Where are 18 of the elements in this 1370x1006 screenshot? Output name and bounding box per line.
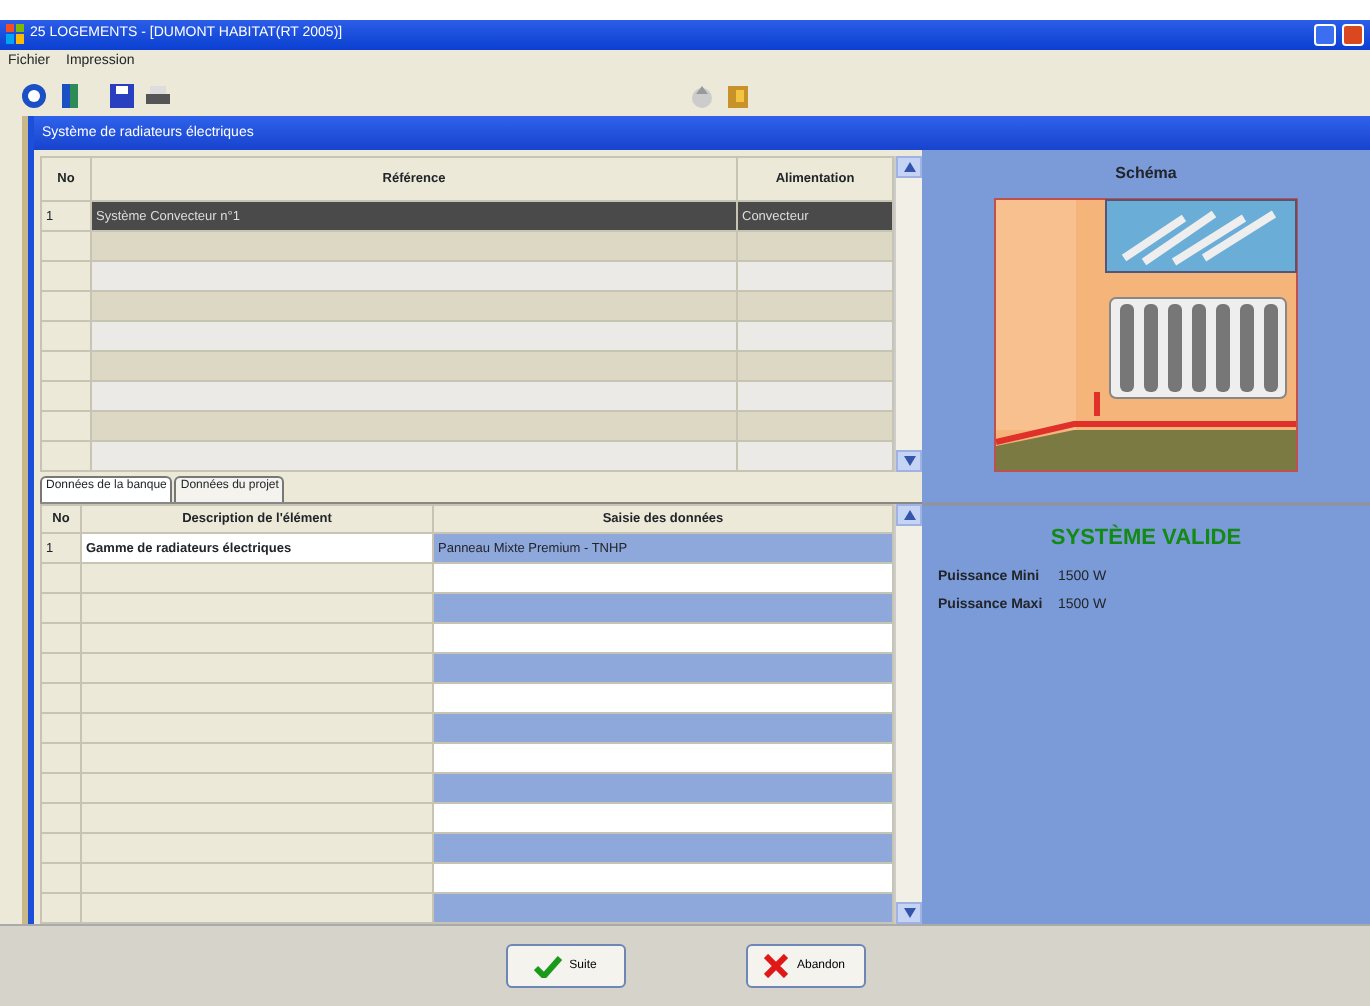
- close-button[interactable]: [1342, 23, 1364, 46]
- check-icon: [533, 955, 562, 978]
- schema-title: Schéma: [1115, 162, 1177, 187]
- arrow-up-icon: [903, 510, 915, 521]
- scroll-up-button[interactable]: [896, 504, 922, 527]
- scroll-down-button[interactable]: [896, 450, 922, 473]
- save-icon[interactable]: [108, 81, 136, 110]
- cross-icon: [764, 954, 789, 979]
- arrow-up-icon: [903, 162, 915, 173]
- arrow-down-icon: [903, 908, 915, 919]
- scroll-up-button[interactable]: [896, 156, 922, 179]
- status-text: SYSTÈME VALIDE: [1048, 522, 1244, 555]
- printer-icon[interactable]: [144, 81, 172, 110]
- app-icon: [6, 24, 24, 45]
- arrow-down-icon: [903, 456, 915, 467]
- minimize-button[interactable]: [1314, 23, 1336, 46]
- scroll-down-button[interactable]: [896, 902, 922, 925]
- help-icon[interactable]: [20, 81, 48, 110]
